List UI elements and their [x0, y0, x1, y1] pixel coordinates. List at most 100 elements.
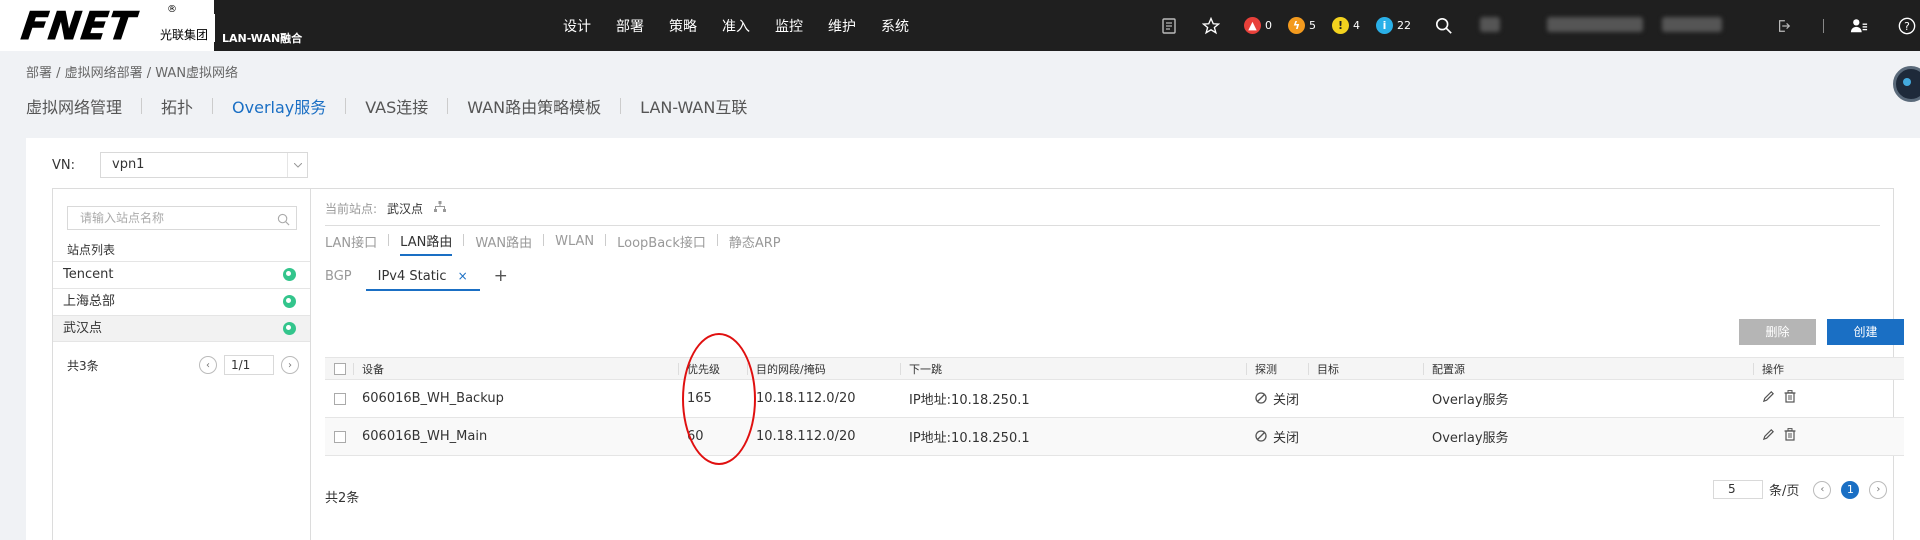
- site-item-wuhan[interactable]: 武汉点: [53, 315, 310, 342]
- breadcrumb[interactable]: 部署 / 虚拟网络部署 / WAN虚拟网络: [26, 62, 238, 81]
- col-probe[interactable]: 探测: [1246, 357, 1308, 380]
- nav-policy[interactable]: 策略: [669, 16, 697, 36]
- tab-divider: [345, 98, 347, 114]
- logout-icon[interactable]: [1775, 17, 1793, 35]
- row-checkbox[interactable]: [334, 430, 346, 443]
- table-row[interactable]: 606016B_WH_Main 60 10.18.112.0/20 IP地址:1…: [325, 417, 1904, 456]
- nav-monitor[interactable]: 监控: [775, 16, 803, 36]
- vn-select[interactable]: vpn1: [100, 152, 308, 178]
- trash-icon[interactable]: [1784, 390, 1796, 407]
- site-page-select[interactable]: 1/1: [224, 355, 274, 375]
- cell-target: [1308, 379, 1423, 418]
- tab-divider: [447, 98, 449, 114]
- tab-lan-interface[interactable]: LAN接口: [325, 232, 377, 255]
- redacted-info: [1480, 17, 1500, 32]
- probe-status: 关闭: [1273, 392, 1300, 408]
- page-size-value: 5: [1728, 482, 1736, 496]
- cell-priority: 165: [678, 379, 747, 418]
- select-all-cell: [325, 357, 353, 380]
- user-settings-icon[interactable]: [1850, 17, 1868, 35]
- per-page-label: 条/页: [1769, 484, 1800, 499]
- nav-system[interactable]: 系统: [881, 16, 909, 36]
- floating-assistant-icon[interactable]: [1893, 66, 1920, 102]
- add-tab-button[interactable]: +: [494, 266, 508, 286]
- table-total: 共2条: [325, 491, 360, 506]
- prev-page-button[interactable]: ‹: [1813, 480, 1832, 499]
- edit-icon[interactable]: [1762, 428, 1775, 445]
- col-priority[interactable]: 优先级: [678, 357, 747, 380]
- table-row[interactable]: 606016B_WH_Backup 165 10.18.112.0/20 IP地…: [325, 379, 1904, 418]
- site-online-icon: [283, 268, 296, 281]
- site-item-label: Tencent: [63, 267, 114, 282]
- tab-virtual-network-management[interactable]: 虚拟网络管理: [26, 94, 122, 118]
- site-search-placeholder: 请输入站点名称: [80, 211, 165, 225]
- cell-destination: 10.18.112.0/20: [747, 379, 900, 418]
- site-online-icon: [283, 295, 296, 308]
- col-next-hop[interactable]: 下一跳: [900, 357, 1246, 380]
- star-icon[interactable]: [1202, 16, 1220, 35]
- top-bar: FNET ® 光联集团 LAN-WAN融合 设计 部署 策略 准入 监控 维护 …: [0, 0, 1920, 51]
- trash-icon[interactable]: [1784, 428, 1796, 445]
- nav-access[interactable]: 准入: [722, 16, 750, 36]
- nav-maintain[interactable]: 维护: [828, 16, 856, 36]
- site-online-icon: [283, 322, 296, 335]
- tab-vas-connection[interactable]: VAS连接: [365, 94, 428, 118]
- tab-lan-route[interactable]: LAN路由: [400, 231, 453, 256]
- cell-probe: 关闭: [1246, 379, 1308, 418]
- alert-major[interactable]: ϟ 5: [1288, 17, 1316, 34]
- site-item-shanghai-hq[interactable]: 上海总部: [53, 288, 310, 315]
- alert-minor[interactable]: ! 4: [1332, 17, 1360, 34]
- tab-overlay-service[interactable]: Overlay服务: [232, 94, 326, 118]
- tab-static-arp[interactable]: 静态ARP: [729, 232, 781, 255]
- tab-ipv4-static[interactable]: IPv4 Static ×: [365, 269, 480, 291]
- next-page-button[interactable]: ›: [281, 356, 299, 374]
- site-list: Tencent 上海总部 武汉点: [53, 261, 310, 342]
- prev-page-button[interactable]: ‹: [199, 356, 217, 374]
- tab-wan-route[interactable]: WAN路由: [475, 232, 532, 255]
- site-list-title: 站点列表: [67, 243, 116, 257]
- alert-critical[interactable]: ▲ 0: [1244, 17, 1272, 34]
- alert-info[interactable]: i 22: [1376, 17, 1411, 34]
- topology-icon[interactable]: [434, 201, 446, 216]
- tab-topology[interactable]: 拓扑: [161, 94, 193, 118]
- clipboard-icon[interactable]: [1160, 17, 1178, 35]
- col-destination[interactable]: 目的网段/掩码: [747, 357, 900, 380]
- tab-divider: [463, 234, 465, 246]
- tab-bgp[interactable]: BGP: [325, 269, 352, 284]
- current-site-label: 当前站点:: [325, 202, 378, 216]
- brand-logo[interactable]: FNET ® 光联集团: [0, 0, 214, 51]
- tab-loopback-interface[interactable]: LoopBack接口: [617, 232, 706, 255]
- svg-text:?: ?: [1904, 20, 1910, 33]
- next-page-button[interactable]: ›: [1869, 480, 1888, 499]
- tab-wan-route-policy-template[interactable]: WAN路由策略模板: [467, 94, 601, 118]
- vn-label: VN:: [52, 158, 75, 173]
- tab-divider: [716, 234, 718, 246]
- search-icon[interactable]: [277, 211, 290, 233]
- tab-lan-wan-interconnect[interactable]: LAN-WAN互联: [640, 94, 747, 118]
- nav-deploy[interactable]: 部署: [616, 16, 644, 36]
- close-icon[interactable]: ×: [458, 269, 468, 283]
- tab-wlan[interactable]: WLAN: [555, 234, 594, 253]
- col-config-source[interactable]: 配置源: [1423, 357, 1753, 380]
- vn-select-value: vpn1: [112, 157, 145, 172]
- page-size-select[interactable]: 5: [1713, 480, 1763, 499]
- row-checkbox[interactable]: [334, 392, 346, 405]
- nav-design[interactable]: 设计: [563, 16, 591, 36]
- row-select-cell: [325, 379, 353, 418]
- disabled-icon: [1255, 392, 1267, 408]
- exclamation-icon: !: [1332, 17, 1349, 34]
- search-icon[interactable]: [1435, 17, 1453, 35]
- site-search-input[interactable]: 请输入站点名称: [67, 206, 297, 230]
- select-all-checkbox[interactable]: [334, 363, 346, 375]
- col-device[interactable]: 设备: [353, 357, 678, 380]
- delete-button[interactable]: 删除: [1739, 319, 1816, 345]
- help-icon[interactable]: ?: [1898, 17, 1916, 35]
- create-button[interactable]: 创建: [1827, 319, 1904, 345]
- site-item-tencent[interactable]: Tencent: [53, 261, 310, 288]
- static-route-table: 设备 优先级 目的网段/掩码 下一跳 探测 目标 配置源 操作 606016B_…: [325, 357, 1904, 456]
- cell-config-source: Overlay服务: [1423, 417, 1753, 456]
- edit-icon[interactable]: [1762, 390, 1775, 407]
- current-page-button[interactable]: 1: [1841, 480, 1860, 499]
- route-config-panel: 当前站点: 武汉点 LAN接口 LAN路由 WAN路由 WLAN LoopBac…: [311, 189, 1904, 540]
- col-target[interactable]: 目标: [1308, 357, 1423, 380]
